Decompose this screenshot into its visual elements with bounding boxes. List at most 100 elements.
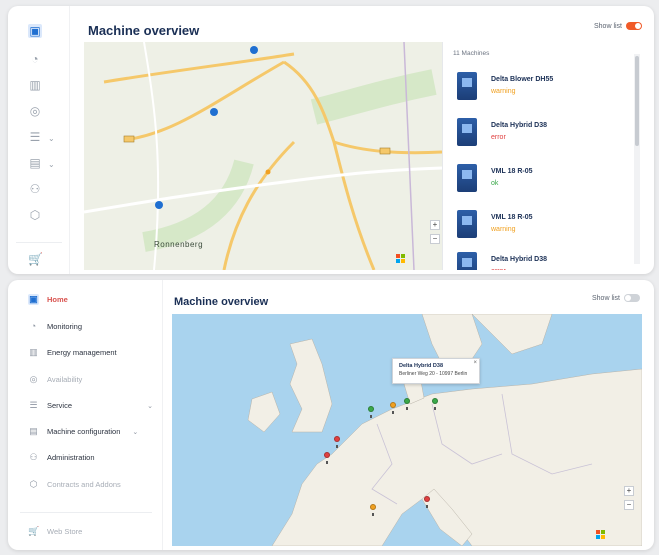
machine-pin-error[interactable]: [324, 452, 330, 464]
machine-map[interactable]: Ronnenberg + −: [84, 42, 442, 270]
home-icon[interactable]: ▣: [28, 24, 42, 38]
machine-list-item[interactable]: Delta Hybrid D38 error: [457, 248, 627, 270]
machine-pin-warning[interactable]: [370, 504, 376, 516]
show-list-toggle[interactable]: Show list: [592, 294, 640, 302]
machine-thumbnail: [457, 118, 477, 146]
microsoft-logo-icon: [596, 530, 605, 539]
sidebar-item-administration[interactable]: ⚇ Administration: [28, 452, 95, 463]
sidebar-item-label: Machine configuration: [47, 427, 121, 436]
machine-status: ok: [491, 180, 499, 187]
popup-address: Berliner Weg 20 - 10997 Berlin: [399, 371, 468, 377]
machine-config-icon: ▤: [29, 426, 38, 436]
machine-name: Delta Blower DH55: [491, 76, 554, 83]
availability-icon: ◎: [29, 374, 38, 384]
machine-pin-error[interactable]: [334, 436, 340, 448]
machine-status: warning: [491, 226, 516, 233]
sidebar-item-label: Availability: [47, 375, 83, 384]
collapsed-sidebar: ▣ ◔ ▥ ◎ ☰ ⌄ ▤ ⌄ ⚇ ⬡ 🛒: [8, 6, 70, 274]
europe-machine-map[interactable]: Delta Hybrid D38 Berliner Weg 20 - 10997…: [172, 314, 642, 546]
availability-icon[interactable]: ◎: [28, 104, 42, 118]
sidebar-item-service[interactable]: ☰ Service ⌄: [28, 400, 153, 411]
zoom-in-button[interactable]: +: [430, 220, 440, 230]
machine-pin-warning[interactable]: [390, 402, 396, 414]
energy-icon[interactable]: ▥: [28, 78, 42, 92]
machine-status: error: [491, 134, 506, 141]
rail-divider: [16, 242, 62, 243]
administration-icon[interactable]: ⚇: [28, 182, 42, 196]
machine-thumbnail: [457, 252, 477, 270]
sidebar-item-label: Contracts and Addons: [47, 480, 121, 489]
machine-pin-ok[interactable]: [404, 398, 410, 410]
administration-icon: ⚇: [29, 452, 38, 462]
machine-pin-ok[interactable]: [368, 406, 374, 418]
machine-count: 11 Machines: [453, 50, 490, 57]
machine-list-panel: 11 Machines Delta Blower DH55 warning De…: [442, 42, 642, 270]
machine-name: Delta Hybrid D38: [491, 256, 548, 263]
show-list-label: Show list: [593, 22, 622, 30]
sidebar-item-web-store[interactable]: 🛒 Web Store: [28, 526, 82, 537]
home-icon: ▣: [28, 294, 39, 305]
web-store-icon: 🛒: [28, 526, 40, 536]
list-scrollbar[interactable]: [634, 54, 640, 264]
sidebar-item-energy-management[interactable]: ▥ Energy management: [28, 347, 117, 358]
toggle-switch-off[interactable]: [624, 294, 640, 302]
machine-list-item[interactable]: VML 18 R-05 ok: [457, 160, 627, 200]
machine-config-icon[interactable]: ▤: [28, 156, 42, 170]
machine-thumbnail: [457, 210, 477, 238]
sidebar-item-label: Monitoring: [47, 322, 83, 331]
page-title: Machine overview: [174, 296, 269, 308]
contracts-icon: ⬡: [29, 479, 38, 489]
page-title: Machine overview: [88, 23, 200, 38]
map-canvas: [84, 42, 442, 270]
chevron-down-icon: ⌄: [48, 160, 55, 169]
contracts-icon[interactable]: ⬡: [28, 208, 42, 222]
machine-status: warning: [491, 88, 516, 95]
sidebar-item-label: Home: [47, 295, 68, 304]
sidebar-nav: ▣ Home ◔ Monitoring ▥ Energy management …: [8, 280, 163, 550]
machine-list-item[interactable]: Delta Hybrid D38 error: [457, 114, 627, 154]
sidebar-item-monitoring[interactable]: ◔ Monitoring: [28, 321, 82, 332]
show-list-label: Show list: [591, 294, 620, 302]
microsoft-logo-icon: [396, 254, 405, 263]
nav-divider: [20, 512, 152, 513]
machine-list-item[interactable]: Delta Blower DH55 warning: [457, 68, 627, 108]
sidebar-item-label: Administration: [47, 453, 95, 462]
machine-name: VML 18 R-05: [491, 214, 533, 221]
sidebar-item-label: Energy management: [47, 348, 117, 357]
map-place-label: Ronnenberg: [154, 240, 204, 249]
zoom-in-button[interactable]: +: [624, 486, 634, 496]
machine-status: error: [491, 268, 506, 270]
sidebar-item-label: Service: [47, 401, 73, 410]
sidebar-item-label: Web Store: [47, 527, 83, 536]
machine-name: VML 18 R-05: [491, 168, 533, 175]
sidebar-item-contracts[interactable]: ⬡ Contracts and Addons: [28, 479, 121, 490]
zoom-out-button[interactable]: −: [624, 500, 634, 510]
monitoring-icon: ◔: [30, 321, 37, 331]
toggle-switch-on[interactable]: [626, 22, 642, 30]
service-icon[interactable]: ☰: [28, 130, 42, 144]
close-icon[interactable]: ×: [473, 360, 477, 366]
sidebar-item-home[interactable]: ▣ Home: [28, 294, 68, 305]
sidebar-item-availability[interactable]: ◎ Availability: [28, 374, 83, 385]
machine-popup: Delta Hybrid D38 Berliner Weg 20 - 10997…: [392, 358, 480, 384]
machine-pin-ok[interactable]: [432, 398, 438, 410]
chevron-down-icon: ⌄: [132, 428, 139, 436]
web-store-icon[interactable]: 🛒: [28, 252, 43, 266]
show-list-toggle[interactable]: Show list: [594, 22, 642, 30]
machine-pin-error[interactable]: [424, 496, 430, 508]
machine-thumbnail: [457, 164, 477, 192]
chevron-down-icon: ⌄: [147, 402, 153, 410]
service-icon: ☰: [29, 400, 38, 410]
machine-overview-card-top: ▣ ◔ ▥ ◎ ☰ ⌄ ▤ ⌄ ⚇ ⬡ 🛒 Machine overview S…: [8, 6, 654, 274]
machine-thumbnail: [457, 72, 477, 100]
map-canvas: [172, 314, 642, 546]
zoom-out-button[interactable]: −: [430, 234, 440, 244]
machine-overview-card-bottom: ▣ Home ◔ Monitoring ▥ Energy management …: [8, 280, 654, 550]
energy-icon: ▥: [29, 347, 38, 357]
sidebar-item-machine-configuration[interactable]: ▤ Machine configuration ⌄: [28, 426, 138, 437]
machine-list-item[interactable]: VML 18 R-05 warning: [457, 206, 627, 246]
chevron-down-icon: ⌄: [48, 134, 55, 143]
machine-name: Delta Hybrid D38: [491, 122, 548, 129]
monitoring-icon[interactable]: ◔: [28, 52, 42, 66]
popup-machine-name: Delta Hybrid D38: [399, 363, 444, 369]
